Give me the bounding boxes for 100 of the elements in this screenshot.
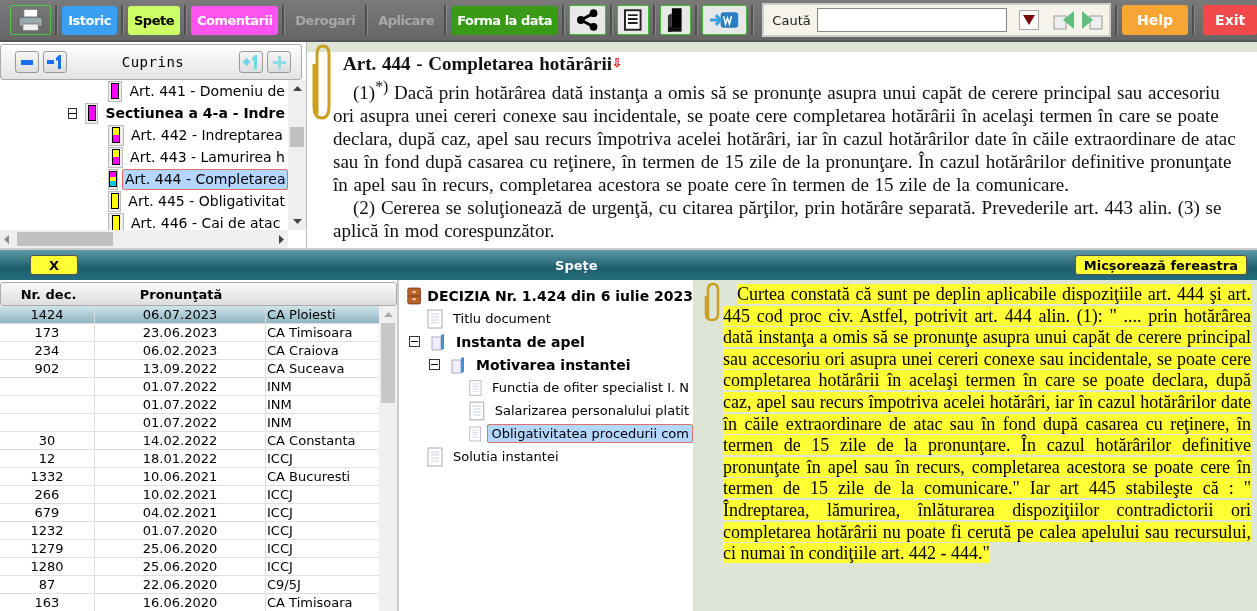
toc-item[interactable]: Art. 444 - Completarea [122, 168, 288, 190]
toc-title: Cuprins [120, 54, 186, 70]
toc-item[interactable]: Art. 441 - Domeniu de [126, 80, 288, 102]
export-button[interactable] [702, 5, 748, 35]
shrink-window-button[interactable]: Micșorează fereastra [1074, 255, 1247, 275]
table-row[interactable]: 01.07.2022 INM [0, 396, 379, 414]
table-cell: 1232 [30, 523, 64, 538]
table-cell: 01.07.2020 [142, 523, 218, 538]
excerpt-text: Curtea constată că sunt pe deplin aplicabile dispoziţiile art. 444 şi art. 445 cod proc civ. Astfel, potrivit art. 444 alin. (1): " .... prin hotărârea dată instanţa a omis să se pronunţe asupra unui capăt de cerere principal sau accesoriu ori asupra unei cereri conexe sau incidentale, se poate cere completarea hotărârii în acelaşi termen în care se poate declara, după caz, apel sau recurs împotriva acelei hotărâri, iar în cazul hotărârilor date în căile extraordinare de atac sau în fond după casarea cu reţinere, în termen de 15 zile de la pronunţare. În cazul hotărârilor definitive pronunţate în apel sau în recurs, completarea acestora se poate cere în termen de 15 zile de la comunicare." Iar art 445 stabileşte că : " Îndreptarea, lămurirea, înlăturarea dispoziţiilor contradictorii ori completarea hotărârii nu poate fi cerută pe calea apelului sau recursului, ci numai în condiţiile art. 442 - 444." [723, 284, 1251, 565]
next-icon [1080, 10, 1103, 30]
caret-icon [1022, 15, 1035, 25]
scroll-thumb[interactable] [381, 323, 395, 403]
plus-one-icon [243, 54, 259, 70]
close-button[interactable]: X [30, 255, 78, 275]
print-button[interactable] [10, 5, 52, 35]
table-cell: 679 [34, 505, 60, 520]
table-row[interactable]: 1279 25.06.2020 ICCJ [0, 540, 379, 558]
document-button[interactable] [617, 5, 649, 35]
table-cell: 902 [34, 361, 60, 376]
column-header[interactable]: Nr. dec. [1, 286, 96, 302]
table-row[interactable]: 679 04.02.2021 ICCJ [0, 504, 379, 522]
document-title: DECIZIA Nr. 1.424 din 6 iulie 2023 [427, 287, 693, 304]
table-row[interactable]: 1332 10.06.2021 CA Bucuresti [0, 468, 379, 486]
expand-level-button[interactable] [239, 51, 263, 73]
toolbar-button[interactable]: Forma la data [451, 5, 558, 35]
table-cell: 1332 [30, 469, 64, 484]
table-cell: 1424 [30, 307, 64, 322]
scroll-thumb[interactable] [290, 127, 304, 147]
table-cell: CA Craiova [267, 343, 339, 358]
selected-row[interactable]: 1424 06.07.2023 CA Ploiesti [0, 306, 379, 324]
table-row[interactable]: 01.07.2022 INM [0, 414, 379, 432]
page-icon [427, 446, 443, 467]
tree-item[interactable]: Motivarea instantei [472, 354, 635, 375]
dropdown-button[interactable] [1018, 10, 1039, 30]
table-cell: INM [267, 379, 292, 394]
collapse-marker[interactable]: ⇩ [612, 56, 623, 70]
tree-item[interactable]: Titlu document [449, 309, 555, 328]
up-arrow-icon[interactable] [292, 86, 302, 91]
next-button[interactable] [1080, 10, 1103, 30]
table-row[interactable]: 30 14.02.2022 CA Constanta [0, 432, 379, 450]
collapse-toggle[interactable] [409, 336, 420, 347]
table-cell: ICCJ [267, 451, 293, 466]
tree-item[interactable]: Salarizarea personalului platit [490, 401, 693, 420]
previous-icon [1052, 10, 1075, 30]
minus-icon [21, 59, 33, 65]
tree-item[interactable]: Functia de ofiter specialist I. N [487, 378, 693, 397]
collapse-all-button[interactable] [15, 51, 39, 73]
table-cell: ICCJ [267, 541, 293, 556]
table-cell: 18.01.2022 [142, 451, 218, 466]
previous-button[interactable] [1052, 10, 1075, 30]
toc-item[interactable]: Art. 445 - Obligativitat [125, 190, 288, 212]
collapse-level-button[interactable] [43, 51, 67, 73]
table-row[interactable]: 12 18.01.2022 ICCJ [0, 450, 379, 468]
toolbar-button[interactable]: Spete [127, 5, 180, 35]
toc-item[interactable]: Art. 443 - Lamurirea h [127, 146, 288, 168]
table-cell: CA Timisoara [267, 595, 353, 610]
search-label: Caută [772, 12, 811, 28]
table-cell: 25.06.2020 [142, 541, 218, 556]
book-icon [450, 355, 466, 374]
table-cell: 10.02.2021 [142, 487, 218, 502]
table-row[interactable]: 1232 01.07.2020 ICCJ [0, 522, 379, 540]
table-cell: 16.06.2020 [142, 595, 218, 610]
toc-item[interactable]: Art. 442 - Indreptarea [128, 124, 286, 146]
table-cell: 13.09.2022 [142, 361, 218, 376]
collapse-toggle[interactable] [429, 359, 440, 370]
table-row[interactable]: 87 22.06.2020 C9/5J [0, 576, 379, 594]
column-header[interactable]: Pronunţată [96, 286, 266, 302]
toc-item[interactable]: Sectiunea a 4-a - Indre [102, 102, 288, 124]
minus-one-icon [47, 54, 63, 70]
table-row[interactable]: 902 13.09.2022 CA Suceava [0, 360, 379, 378]
share-button[interactable] [568, 5, 607, 35]
vertical-scrollbar[interactable] [379, 306, 397, 611]
page-icon [469, 423, 482, 444]
toc-item[interactable]: Art. 446 - Cai de atac [128, 212, 284, 230]
down-arrow-icon[interactable] [292, 219, 302, 224]
vertical-scrollbar[interactable] [288, 80, 306, 230]
table-row[interactable]: 173 23.06.2023 CA Timisoara [0, 324, 379, 342]
right-arrow-icon[interactable] [279, 234, 284, 244]
search-field[interactable] [816, 8, 1007, 32]
document-icon [624, 9, 642, 31]
book-button[interactable] [659, 5, 692, 35]
tree-item[interactable]: Solutia instantei [449, 447, 563, 466]
table-row[interactable]: 1280 25.06.2020 ICCJ [0, 558, 379, 576]
left-arrow-icon[interactable] [4, 234, 9, 244]
table-row[interactable]: 266 10.02.2021 ICCJ [0, 486, 379, 504]
tree-item[interactable]: Instanta de apel [452, 331, 589, 352]
table-cell: 10.06.2021 [142, 469, 218, 484]
action-button[interactable]: Exit [1203, 5, 1257, 35]
expand-all-button[interactable] [267, 51, 291, 73]
table-cell: CA Constanta [267, 433, 356, 448]
table-row[interactable]: 234 06.02.2023 CA Craiova [0, 342, 379, 360]
table-cell: 12 [38, 451, 56, 466]
table-cell: INM [267, 397, 292, 412]
tree-item[interactable]: Obligativitatea procedurii com [487, 424, 693, 443]
table-cell: 30 [38, 433, 56, 448]
horizontal-scrollbar[interactable] [0, 230, 288, 248]
scroll-thumb[interactable] [17, 232, 113, 246]
table-cell: CA Timisoara [267, 325, 353, 340]
collapse-toggle[interactable] [68, 107, 78, 119]
table-row[interactable]: 01.07.2022 INM [0, 378, 379, 396]
